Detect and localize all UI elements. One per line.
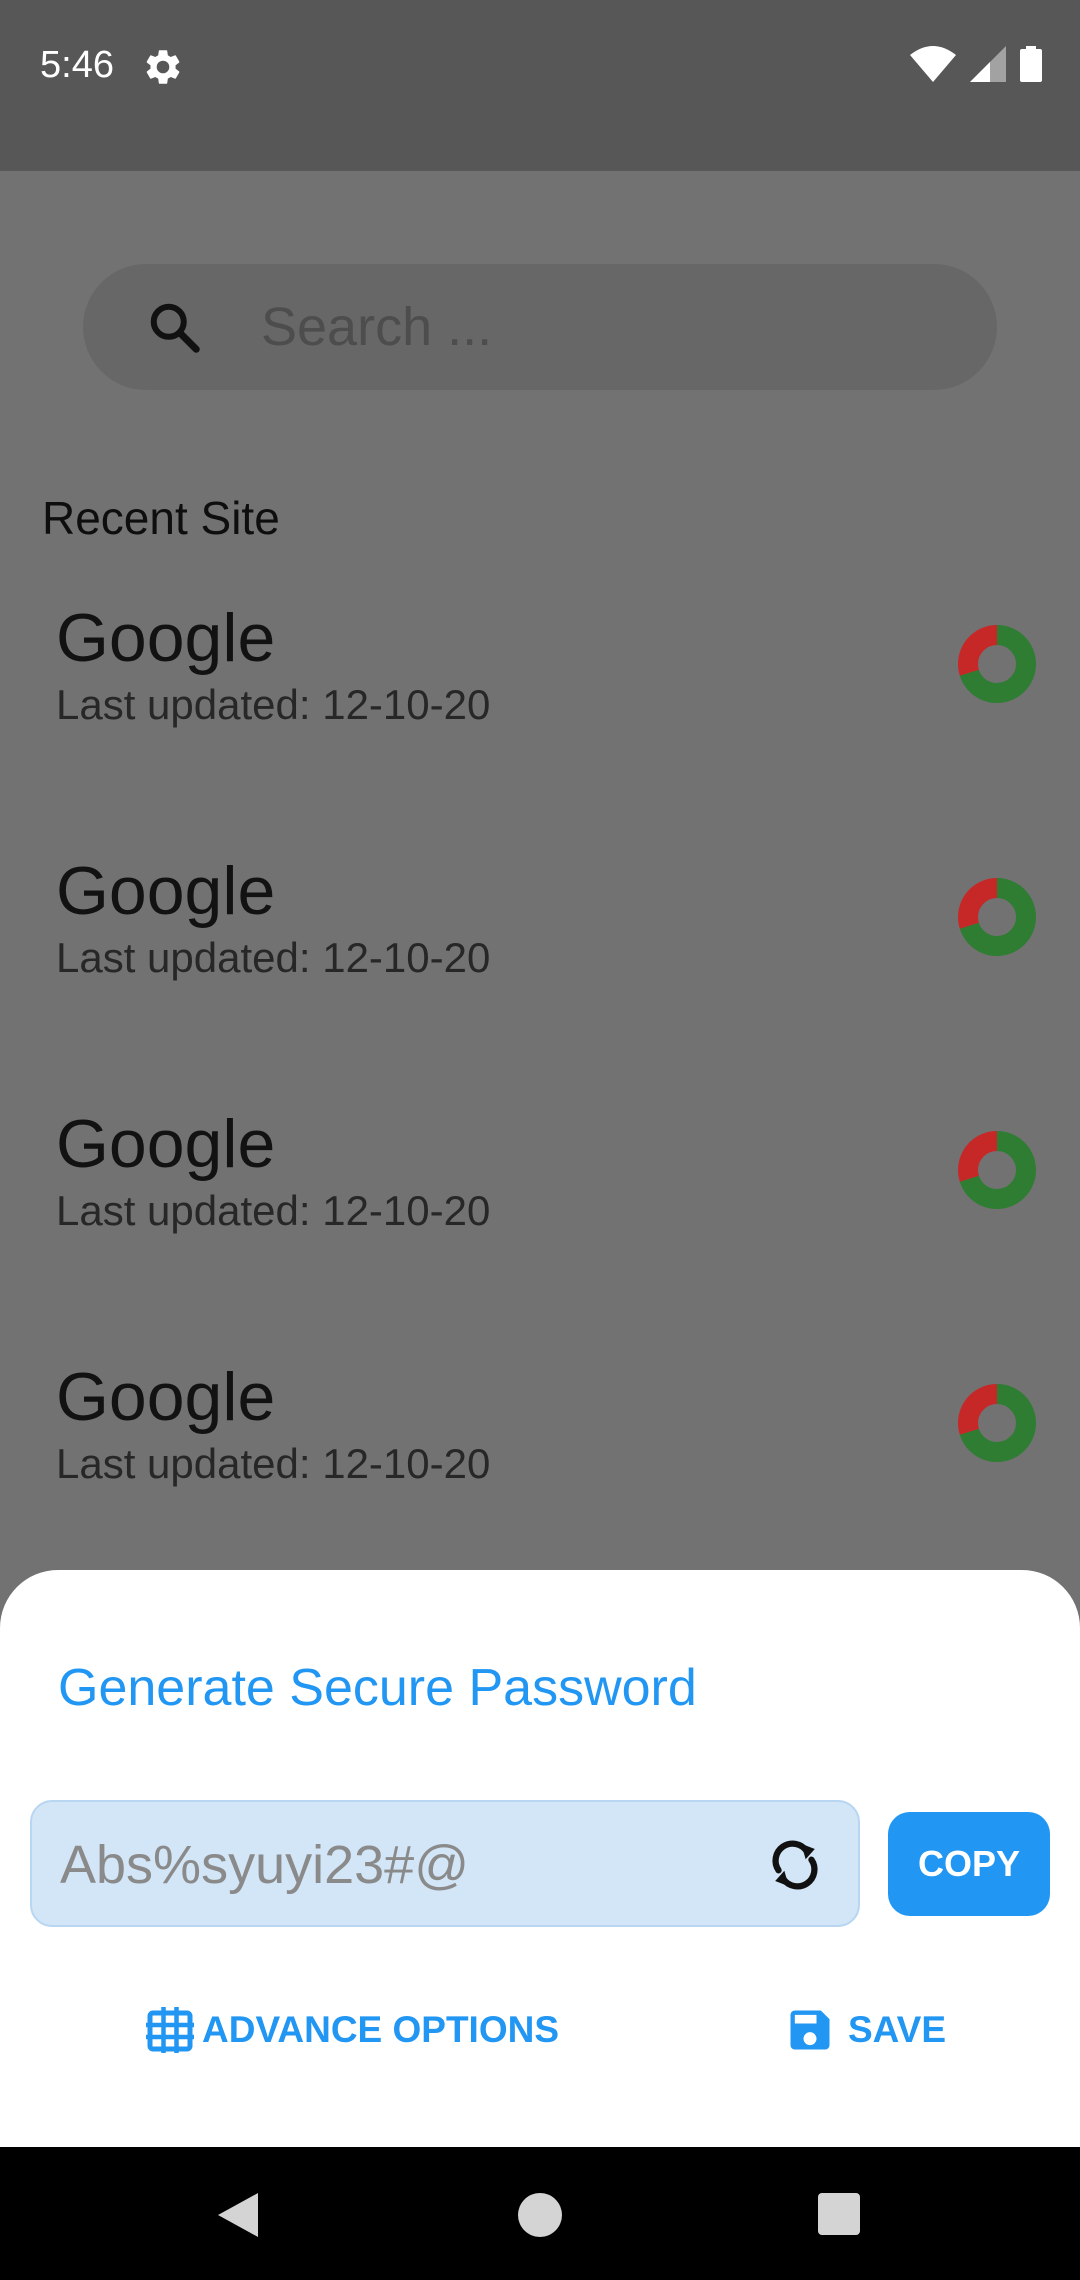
site-updated: Last updated: 12-10-20	[56, 681, 491, 728]
status-icons	[910, 46, 1042, 82]
status-bar: 5:46	[0, 0, 1080, 171]
save-icon	[790, 2010, 830, 2050]
generate-password-sheet: Generate Secure Password COPY ADVANCE OP…	[0, 1570, 1080, 2147]
app-body: Recent Site Google Last updated: 12-10-2…	[0, 171, 1080, 1571]
site-updated: Last updated: 12-10-20	[56, 934, 491, 981]
advance-options-button[interactable]: ADVANCE OPTIONS	[146, 2000, 559, 2060]
site-name: Google	[56, 853, 276, 929]
search-input[interactable]	[261, 292, 961, 362]
sheet-title: Generate Secure Password	[58, 1659, 697, 1717]
search-icon	[150, 303, 200, 353]
recents-icon[interactable]	[818, 2193, 860, 2235]
site-updated: Last updated: 12-10-20	[56, 1440, 491, 1487]
site-item[interactable]: Google Last updated: 12-10-20	[0, 1105, 1080, 1305]
site-name: Google	[56, 1359, 276, 1435]
refresh-icon[interactable]	[766, 1836, 824, 1894]
copy-button[interactable]: COPY	[888, 1812, 1050, 1916]
grid-icon	[146, 2007, 194, 2053]
gear-icon	[146, 50, 180, 84]
status-time: 5:46	[40, 44, 114, 86]
save-button[interactable]: SAVE	[784, 2000, 946, 2060]
search-bar[interactable]	[83, 264, 997, 390]
site-item[interactable]: Google Last updated: 12-10-20	[0, 852, 1080, 1052]
wifi-icon	[910, 46, 956, 82]
site-updated: Last updated: 12-10-20	[56, 1187, 491, 1234]
password-strength-donut	[958, 625, 1036, 703]
site-name: Google	[56, 1106, 276, 1182]
site-item[interactable]: Google Last updated: 12-10-20	[0, 599, 1080, 799]
signal-icon	[970, 46, 1006, 82]
save-label: SAVE	[848, 2009, 947, 2050]
recent-site-heading: Recent Site	[42, 492, 280, 544]
password-field[interactable]	[30, 1800, 860, 1927]
system-nav-bar	[0, 2147, 1080, 2280]
back-icon[interactable]	[214, 2191, 262, 2239]
password-strength-donut	[958, 1131, 1036, 1209]
site-item[interactable]: Google Last updated: 12-10-20	[0, 1358, 1080, 1558]
password-strength-donut	[958, 1384, 1036, 1462]
battery-icon	[1020, 46, 1042, 82]
advance-options-label: ADVANCE OPTIONS	[202, 2009, 560, 2050]
site-name: Google	[56, 600, 276, 676]
password-strength-donut	[958, 878, 1036, 956]
password-input[interactable]	[60, 1830, 740, 1900]
home-icon[interactable]	[518, 2193, 562, 2237]
